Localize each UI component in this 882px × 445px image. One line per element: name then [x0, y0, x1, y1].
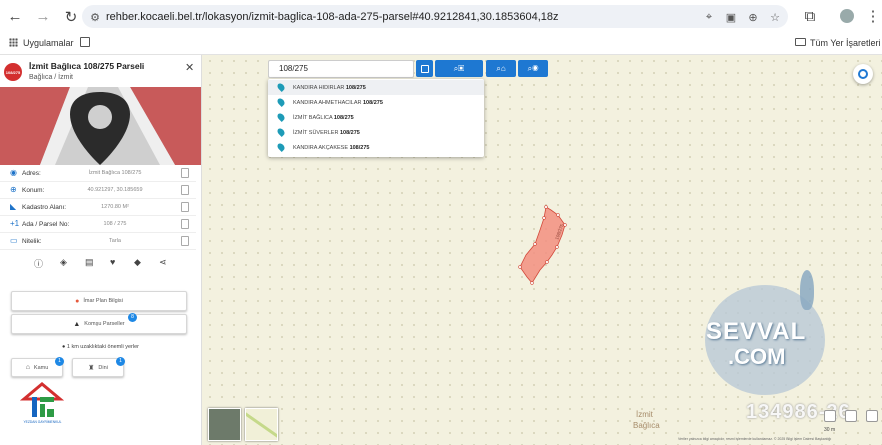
scale-label: 30 m: [824, 427, 836, 433]
bookmark-all[interactable]: Tüm Yer İşaretleri: [810, 38, 881, 48]
building-icon: ⌂: [25, 364, 30, 371]
folder-icon: [795, 38, 806, 46]
search-pin-icon: ⌕◉: [527, 63, 539, 73]
parcel-preview-map: [0, 87, 201, 165]
map-tools-icon[interactable]: [824, 410, 836, 422]
search-home-icon: ⌕⌂: [496, 63, 506, 73]
real-estate-logo: YEZDAN GAYRİMENKUL: [19, 381, 65, 426]
parcel-search-input[interactable]: 108/275: [268, 60, 414, 78]
url-text[interactable]: rehber.kocaeli.bel.tr/lokasyon/izmit-bag…: [106, 11, 559, 23]
directions-icon[interactable]: ◈: [60, 257, 67, 268]
search-filter-button[interactable]: ⌕▣: [435, 60, 483, 77]
share-icon[interactable]: ⋖: [159, 257, 167, 268]
search-location-button[interactable]: ⌕◉: [518, 60, 548, 77]
search-suggestions: KANDIRA HIDIRLAR 108/275 KANDIRA AHMETHA…: [268, 79, 484, 157]
tag-icon: ▭: [10, 236, 18, 245]
close-icon[interactable]: ✕: [185, 61, 194, 74]
map-pin-icon: [276, 112, 286, 122]
extensions-icon[interactable]: ⧉: [797, 3, 823, 29]
map-layers-icon[interactable]: [845, 410, 857, 422]
basemap-street-thumbnail[interactable]: [245, 408, 278, 441]
info-row-location: ⊕ Konum: 40.921297, 30.185659: [0, 182, 196, 199]
watermark-logo: SEVVAL .COM: [700, 270, 835, 400]
watermark-brand: SEVVAL: [706, 318, 807, 345]
info-row-parcel-no: +1 Ada / Parsel No: 108 / 275: [0, 216, 196, 233]
list-icon: [420, 64, 429, 73]
copy-icon[interactable]: [181, 185, 189, 195]
install-app-icon[interactable]: ▣: [724, 10, 738, 24]
parcel-info-panel: 108/275 İzmit Bağlıca 108/275 Parseli Ba…: [0, 55, 202, 445]
neighbor-count-badge: 8: [128, 313, 137, 322]
map-attribution: Veriler yalnızca bilgi amaçlıdır, resmi …: [678, 437, 832, 441]
map-pin-icon: [276, 97, 286, 107]
basemap-satellite-thumbnail[interactable]: [208, 408, 241, 441]
mosque-icon: ♜: [88, 364, 95, 372]
mountain-icon: ▲: [73, 320, 81, 328]
suggestion-item[interactable]: KANDIRA AHMETHACILAR 108/275: [268, 95, 484, 110]
apps-grid-icon[interactable]: [9, 38, 18, 47]
parcel-badge: 108/275: [4, 63, 22, 81]
logo-house-icon: [19, 382, 65, 417]
public-count-badge: 1: [55, 357, 64, 366]
copy-icon[interactable]: [181, 219, 189, 229]
site-info-icon[interactable]: ⚙: [88, 10, 102, 24]
religious-count-badge: 1: [116, 357, 125, 366]
suggestion-item[interactable]: İZMİT BAĞLICA 108/275: [268, 110, 484, 125]
place-label-baglica: Bağlıca: [633, 421, 660, 430]
suggestion-item[interactable]: KANDIRA AKÇAKESE 108/275: [268, 140, 484, 155]
layers-icon[interactable]: ◆: [134, 257, 141, 268]
pin-icon: ◉: [10, 168, 17, 177]
copy-icon[interactable]: [181, 202, 189, 212]
location-icon[interactable]: ⌖: [702, 10, 716, 24]
bookmark-apps[interactable]: Uygulamalar: [23, 38, 74, 48]
map-info-icon[interactable]: [866, 410, 878, 422]
pin-icon: ●: [62, 344, 66, 350]
preview-illustration: [0, 87, 201, 165]
reload-icon[interactable]: ↻: [58, 4, 84, 30]
browser-toolbar: ← → ↻ ⚙ rehber.kocaeli.bel.tr/lokasyon/i…: [0, 0, 882, 33]
panel-title: İzmit Bağlıca 108/275 Parseli: [29, 61, 145, 71]
map-pin-icon: [276, 142, 286, 152]
info-row-type: ▭ Nitelik: Tarla: [0, 233, 196, 250]
logo-text: YEZDAN GAYRİMENKUL: [23, 420, 62, 424]
imar-plan-button[interactable]: ● İmar Plan Bilgisi: [11, 291, 187, 311]
search-list-button[interactable]: [416, 60, 433, 77]
suggestion-item[interactable]: KANDIRA HIDIRLAR 108/275: [268, 80, 484, 95]
bookmarks-bar: Uygulamalar Tüm Yer İşaretleri: [0, 33, 882, 55]
watermark-com: .COM: [728, 344, 786, 369]
copy-icon[interactable]: [181, 236, 189, 246]
area-icon: ◣: [10, 202, 17, 211]
locate-me-button[interactable]: [853, 64, 873, 84]
menu-icon[interactable]: ⋮: [860, 3, 882, 29]
back-icon[interactable]: ←: [2, 4, 28, 30]
nearby-places-label: ● 1 km uzaklıktaki önemli yerler: [62, 344, 139, 350]
watermark-flame-icon: [800, 270, 814, 310]
action-bar: ⓘ ◈ ▤ ♥ ◆ ⋖: [0, 255, 201, 271]
map-pin-icon: [276, 127, 286, 137]
forward-icon[interactable]: →: [30, 4, 56, 30]
profile-avatar[interactable]: [834, 3, 860, 29]
zoom-icon[interactable]: ⊕: [746, 10, 760, 24]
search-home-button[interactable]: ⌕⌂: [486, 60, 516, 77]
crosshair-icon: [858, 69, 868, 79]
map-pin-icon: ●: [75, 297, 80, 305]
favorite-heart-icon[interactable]: ♥: [110, 257, 115, 267]
map-pin-icon: [276, 82, 286, 92]
place-label-izmit: İzmit: [636, 410, 653, 419]
bookmark-star-icon[interactable]: ☆: [768, 10, 782, 24]
tab-grid-icon[interactable]: [80, 37, 90, 47]
report-icon[interactable]: ▤: [85, 257, 94, 268]
info-row-area: ◣ Kadastro Alanı: 1270.80 M²: [0, 199, 196, 216]
address-bar[interactable]: ⚙ rehber.kocaeli.bel.tr/lokasyon/izmit-b…: [82, 5, 788, 28]
plus-one-icon: +1: [10, 219, 20, 228]
search-map-icon: ⌕▣: [453, 63, 465, 73]
info-icon[interactable]: ⓘ: [34, 257, 43, 270]
copy-icon[interactable]: [181, 168, 189, 178]
panel-subtitle: Bağlıca / İzmit: [29, 74, 73, 81]
neighbor-parcels-button[interactable]: ▲ Komşu Parseller: [11, 314, 187, 334]
suggestion-item[interactable]: İZMİT SÜVERLER 108/275: [268, 125, 484, 140]
info-row-address: ◉ Adres: İzmit Bağlıca 108/275: [0, 165, 196, 182]
crosshair-icon: ⊕: [10, 185, 17, 194]
